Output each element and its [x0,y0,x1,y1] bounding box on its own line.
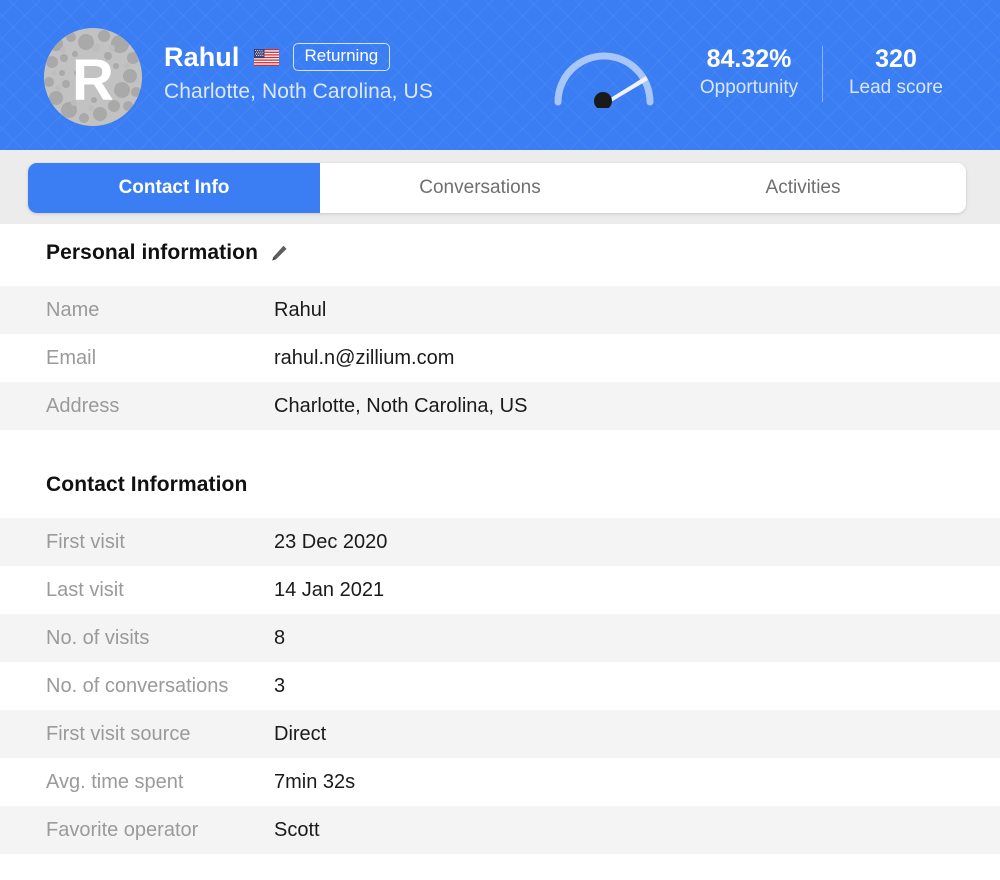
tab-label: Conversations [419,177,541,198]
table-row: Address Charlotte, Noth Carolina, US [0,382,1000,430]
opportunity-gauge [548,44,660,108]
table-row: Name Rahul [0,286,1000,334]
section-header-personal-information: Personal information [0,224,1000,282]
row-label: Address [46,394,120,417]
metric-label: Lead score [848,77,943,98]
table-row: Last visit 14 Jan 2021 [0,566,1000,614]
row-value: Charlotte, Noth Carolina, US [274,394,528,417]
avatar: R [44,28,142,126]
tab-bar: Contact Info Conversations Activities [28,163,966,213]
gauge-meter-icon [554,52,654,108]
metric-label: Opportunity [699,77,799,98]
row-label: First visit source [46,722,191,745]
row-value: 7min 32s [274,770,356,793]
section-header-contact-information: Contact Information [0,456,1000,514]
row-label: Last visit [46,578,124,601]
contact-location: Charlotte, Noth Carolina, US [164,80,433,103]
metric-value: 320 [875,45,917,73]
tab-activities[interactable]: Activities [640,163,966,213]
row-label: No. of visits [46,626,150,649]
tab-conversations[interactable]: Conversations [320,163,640,213]
table-row: Favorite operator Scott [0,806,1000,854]
table-row: No. of conversations 3 [0,662,1000,710]
svg-text:R: R [72,48,114,113]
row-label: Favorite operator [46,818,199,841]
row-label: Avg. time spent [46,770,184,793]
avatar-bubbles-icon: R [44,28,142,126]
table-row: Email rahul.n@zillium.com [0,334,1000,382]
tab-label: Activities [765,177,841,198]
table-row: Avg. time spent 7min 32s [0,758,1000,806]
table-row: No. of visits 8 [0,614,1000,662]
tab-strip-band: Contact Info Conversations Activities [0,150,1000,224]
contact-name: Rahul [164,41,240,72]
row-label: Email [46,346,97,369]
metric-lead-score: 320 Lead score [823,44,969,102]
pencil-icon[interactable] [270,244,289,263]
row-value: Rahul [274,298,327,321]
status-badge: Returning [292,43,391,71]
tab-label: Contact Info [118,177,230,198]
us-flag-icon [253,48,279,66]
metric-opportunity: 84.32% Opportunity [676,44,822,102]
metric-value: 84.32% [706,45,792,73]
profile-header: R Rahul Returning Charlotte, Noth Caroli… [0,0,1000,150]
name-row: Rahul Returning [164,40,433,74]
row-label: First visit [46,530,125,553]
section-title: Contact Information [46,473,248,496]
row-value: Scott [274,818,320,841]
table-row: First visit source Direct [0,710,1000,758]
row-value: Direct [274,722,327,745]
identity-block: Rahul Returning Charlotte, Noth Carolina… [164,40,433,104]
row-value: rahul.n@zillium.com [274,346,455,369]
row-value: 23 Dec 2020 [274,530,388,553]
row-value: 14 Jan 2021 [274,578,385,601]
row-label: No. of conversations [46,674,229,697]
row-value: 8 [274,626,286,649]
section-spacer [0,430,1000,456]
tab-contact-info[interactable]: Contact Info [28,163,320,213]
header-metrics: 84.32% Opportunity 320 Lead score [676,44,969,110]
row-label: Name [46,298,100,321]
contact-info-panel: Personal information Name Rahul Email ra… [0,224,1000,854]
table-row: First visit 23 Dec 2020 [0,518,1000,566]
row-value: 3 [274,674,286,697]
section-title: Personal information [46,241,259,264]
